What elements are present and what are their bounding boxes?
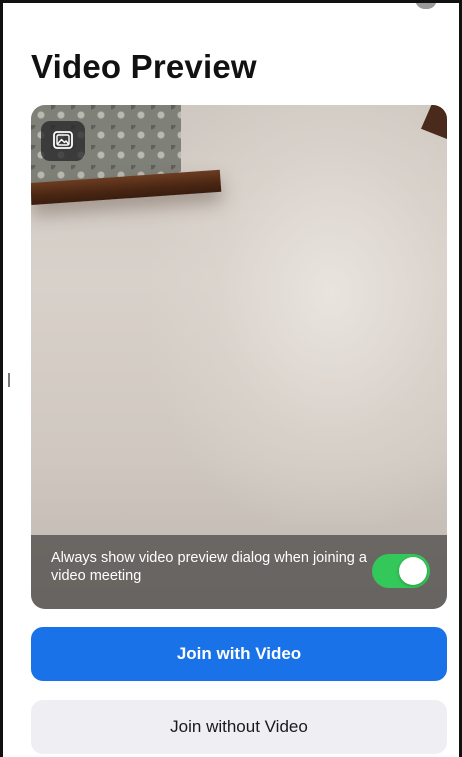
- preview-setting-bar: Always show video preview dialog when jo…: [31, 535, 447, 609]
- join-with-video-button[interactable]: Join with Video: [31, 627, 447, 681]
- camera-feed-lighting: [151, 105, 447, 525]
- always-show-preview-toggle[interactable]: [372, 554, 430, 588]
- page-title: Video Preview: [31, 48, 257, 85]
- virtual-background-button[interactable]: [41, 121, 85, 161]
- toggle-knob: [399, 557, 427, 585]
- join-without-video-button[interactable]: Join without Video: [31, 700, 447, 754]
- always-show-preview-label: Always show video preview dialog when jo…: [51, 550, 367, 584]
- image-icon: [52, 130, 74, 153]
- status-indicator: [415, 3, 437, 9]
- edge-marker: [8, 373, 10, 387]
- video-preview-screen: Video Preview Always show video preview …: [0, 0, 462, 757]
- camera-preview: Always show video preview dialog when jo…: [31, 105, 447, 609]
